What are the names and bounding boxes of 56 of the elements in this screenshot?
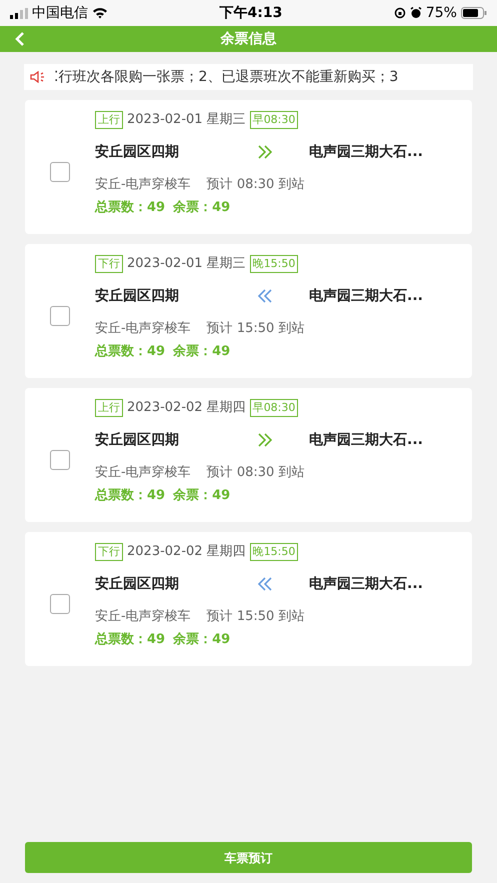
- trip-date: 2023-02-01 星期三: [127, 111, 246, 129]
- page-title: 余票信息: [220, 30, 276, 48]
- double-chevron-right-icon: [257, 432, 273, 448]
- signal-icon: [10, 8, 28, 18]
- departure-station: 安丘园区四期: [95, 574, 180, 594]
- time-tag: 晚15:50: [250, 542, 298, 561]
- time-tag: 早08:30: [250, 110, 298, 129]
- clock-time: 下午4:13: [220, 4, 282, 22]
- rotation-lock-icon: [394, 7, 406, 19]
- arrival-estimate: 预计 08:30 到站: [206, 176, 304, 194]
- battery-icon: [460, 7, 487, 19]
- checkbox[interactable]: [50, 594, 70, 614]
- trip-date: 2023-02-01 星期三: [127, 255, 246, 273]
- double-chevron-right-icon: [257, 144, 273, 160]
- battery-percent: 75%: [426, 4, 457, 22]
- double-chevron-left-icon: [257, 576, 273, 592]
- double-chevron-left-icon: [257, 288, 273, 304]
- direction-tag: 上行: [95, 398, 123, 417]
- route-name: 安丘-电声穿梭车: [95, 464, 191, 482]
- total-tickets: 总票数：49: [95, 487, 166, 505]
- checkbox[interactable]: [50, 162, 70, 182]
- trip-date: 2023-02-02 星期四: [127, 399, 246, 417]
- route-name: 安丘-电声穿梭车: [95, 320, 191, 338]
- arrival-station: 电声园三期大石...: [309, 286, 423, 306]
- departure-station: 安丘园区四期: [95, 430, 180, 450]
- route-name: 安丘-电声穿梭车: [95, 176, 191, 194]
- arrival-estimate: 预计 15:50 到站: [206, 608, 304, 626]
- departure-station: 安丘园区四期: [95, 142, 180, 162]
- wifi-icon: [92, 7, 108, 19]
- alarm-icon: [410, 7, 422, 19]
- checkbox[interactable]: [50, 306, 70, 326]
- direction-tag: 下行: [95, 542, 123, 561]
- checkbox[interactable]: [50, 450, 70, 470]
- total-tickets: 总票数：49: [95, 199, 166, 217]
- arrival-station: 电声园三期大石...: [309, 574, 423, 594]
- notice-text: ⁚行班次各限购一张票；2、已退票班次不能重新购买；3: [54, 68, 398, 86]
- remaining-tickets: 余票：49: [173, 343, 230, 361]
- remaining-tickets: 余票：49: [173, 631, 230, 649]
- remaining-tickets: 余票：49: [173, 199, 230, 217]
- time-tag: 早08:30: [250, 398, 298, 417]
- remaining-tickets: 余票：49: [173, 487, 230, 505]
- book-button[interactable]: 车票预订: [25, 842, 472, 873]
- departure-station: 安丘园区四期: [95, 286, 180, 306]
- arrival-estimate: 预计 08:30 到站: [206, 464, 304, 482]
- carrier-name: 中国电信: [32, 4, 88, 22]
- trip-date: 2023-02-02 星期四: [127, 543, 246, 561]
- time-tag: 晚15:50: [250, 254, 298, 273]
- arrival-station: 电声园三期大石...: [309, 430, 423, 450]
- direction-tag: 下行: [95, 254, 123, 273]
- total-tickets: 总票数：49: [95, 343, 166, 361]
- speaker-icon: [30, 71, 46, 83]
- arrival-estimate: 预计 15:50 到站: [206, 320, 304, 338]
- direction-tag: 上行: [95, 110, 123, 129]
- route-name: 安丘-电声穿梭车: [95, 608, 191, 626]
- total-tickets: 总票数：49: [95, 631, 166, 649]
- arrival-station: 电声园三期大石...: [309, 142, 423, 162]
